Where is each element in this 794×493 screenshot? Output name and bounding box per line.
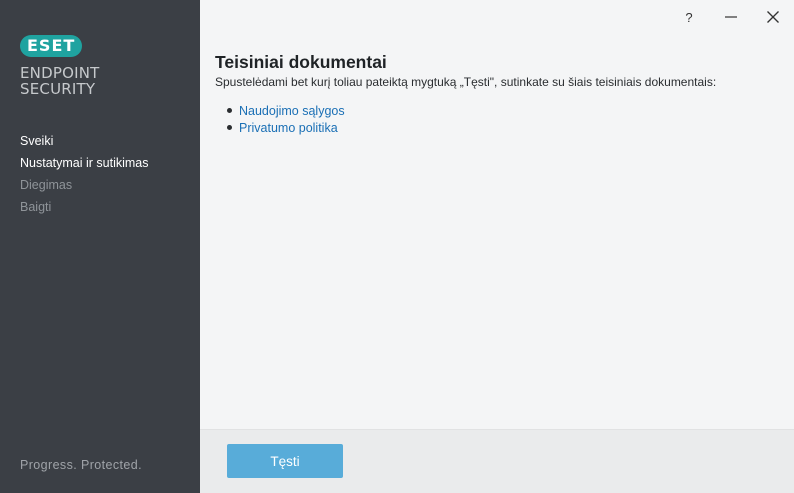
footer-bar: Tęsti — [200, 429, 794, 493]
brand-tagline: Progress. Protected. — [20, 458, 142, 472]
step-sveiki: Sveiki — [20, 134, 54, 148]
minimize-button[interactable] — [710, 0, 752, 34]
product-name-line2: SECURITY — [20, 80, 96, 98]
eset-logo-badge: ESET — [20, 35, 83, 57]
close-icon — [767, 11, 779, 23]
bullet-icon — [227, 108, 232, 113]
privacy-policy-link[interactable]: Privatumo politika — [239, 121, 338, 135]
document-links: Naudojimo sąlygos Privatumo politika — [215, 102, 784, 136]
step-baigti: Baigti — [20, 200, 52, 214]
minimize-icon — [725, 16, 737, 18]
bullet-icon — [227, 125, 232, 130]
list-item: Privatumo politika — [227, 119, 784, 136]
list-item: Naudojimo sąlygos — [227, 102, 784, 119]
setup-steps: Sveiki Nustatymai ir sutikimas Diegimas … — [20, 130, 149, 218]
close-button[interactable] — [752, 0, 794, 34]
page-description: Spustelėdami bet kurį toliau pateiktą my… — [215, 75, 717, 89]
help-button[interactable]: ? — [668, 0, 710, 34]
continue-button[interactable]: Tęsti — [227, 444, 343, 478]
eset-logo: ESET ENDPOINT SECURITY — [20, 35, 100, 97]
main-panel: ? Teisiniai dokumentai Spustelėdami bet … — [200, 0, 794, 493]
installer-window: ESET ENDPOINT SECURITY Sveiki Nustatymai… — [0, 0, 794, 493]
page-title: Teisiniai dokumentai — [215, 52, 387, 72]
sidebar: ESET ENDPOINT SECURITY Sveiki Nustatymai… — [0, 0, 200, 493]
product-name-line1: ENDPOINT — [20, 64, 100, 82]
terms-of-use-link[interactable]: Naudojimo sąlygos — [239, 104, 345, 118]
title-bar: ? — [668, 0, 794, 34]
legal-documents-content: Teisiniai dokumentai Spustelėdami bet ku… — [215, 52, 784, 136]
step-diegimas: Diegimas — [20, 178, 73, 192]
help-icon: ? — [685, 9, 693, 25]
step-nustatymai: Nustatymai ir sutikimas — [20, 156, 149, 170]
